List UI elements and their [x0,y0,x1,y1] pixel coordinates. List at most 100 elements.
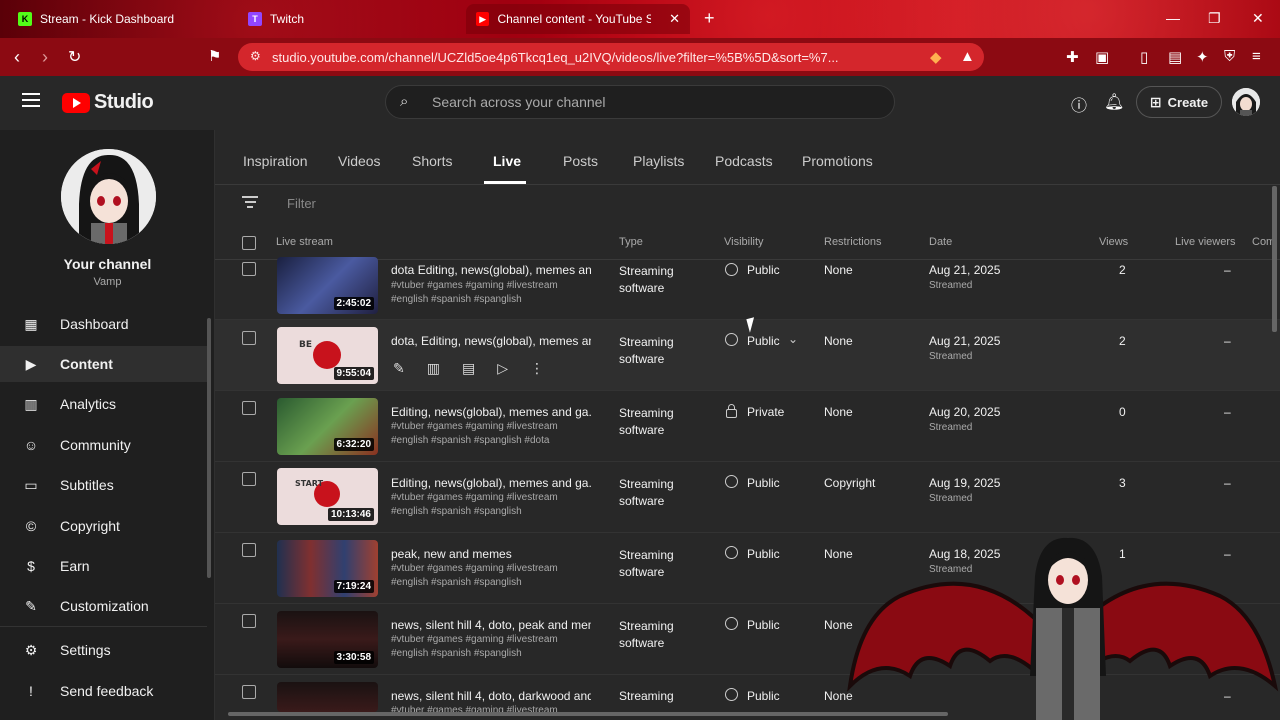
create-button[interactable]: ⊞ Create [1136,86,1222,118]
tab-posts[interactable]: Posts [563,153,598,169]
video-title[interactable]: dota Editing, news(global), memes an... [391,263,591,277]
minimize-icon[interactable]: — [1166,10,1180,26]
video-title[interactable]: Editing, news(global), memes and ga... [391,476,591,490]
filter-input[interactable]: Filter [287,196,316,211]
column-header-views[interactable]: Views [1099,236,1128,248]
browser-tab-kick[interactable]: K Stream - Kick Dashboard [8,4,184,34]
row-checkbox[interactable] [242,401,256,415]
edit-pencil-icon[interactable]: ✎ [393,360,405,377]
brave-shield-icon[interactable]: ◆ [930,48,942,66]
sidebar-item-settings[interactable]: ⚙ Settings [0,632,207,668]
video-thumbnail[interactable]: 2:45:02 [277,257,378,314]
tab-label: Twitch [270,12,305,26]
row-checkbox[interactable] [242,472,256,486]
row-checkbox[interactable] [242,685,256,699]
browser-tab-youtube-studio[interactable]: ▶ Channel content - YouTube Stud ✕ [466,4,690,34]
visibility-cell[interactable]: Public [747,618,780,632]
visibility-dropdown[interactable]: Public [747,334,780,348]
back-icon[interactable]: ‹ [14,47,20,68]
sidebar-scrollbar[interactable] [207,318,211,578]
help-icon[interactable]: ⓘ [1071,92,1087,116]
sidebar-item-customization[interactable]: ✎ Customization [0,588,207,624]
row-checkbox[interactable] [242,543,256,557]
video-thumbnail[interactable]: 6:32:20 [277,398,378,455]
tab-promotions[interactable]: Promotions [802,153,873,169]
hamburger-menu-icon[interactable] [22,93,40,107]
sidebar-item-analytics[interactable]: ▥ Analytics [0,386,207,422]
channel-avatar[interactable] [61,149,156,244]
row-checkbox[interactable] [242,262,256,276]
visibility-cell[interactable]: Public [747,547,780,561]
column-header-date[interactable]: Date [929,236,952,248]
sidebar-item-copyright[interactable]: © Copyright [0,508,207,544]
sidebar-item-label: Analytics [60,396,117,412]
tab-videos[interactable]: Videos [338,153,381,169]
wallet-icon[interactable]: ▤ [1168,48,1182,66]
tab-shorts[interactable]: Shorts [412,153,452,169]
video-title[interactable]: dota, Editing, news(global), memes an... [391,334,591,348]
filter-icon[interactable] [242,196,258,211]
analytics-bar-icon[interactable]: ▥ [427,360,440,377]
restrictions-cell: None [824,689,853,703]
chevron-down-icon[interactable]: ⌄ [788,332,798,346]
visibility-cell[interactable]: Private [747,405,784,419]
close-window-icon[interactable]: ✕ [1252,10,1264,27]
column-header-live-viewers[interactable]: Live viewers [1175,236,1236,248]
studio-logo[interactable]: Studio [62,91,154,114]
tab-podcasts[interactable]: Podcasts [715,153,773,169]
sidebar-item-content[interactable]: ▶ Content [0,346,207,382]
tab-playlists[interactable]: Playlists [633,153,684,169]
row-checkbox[interactable] [242,331,256,345]
rewards-icon[interactable]: ▲ [960,48,975,65]
close-tab-icon[interactable]: ✕ [669,11,680,27]
video-thumbnail[interactable]: 7:19:24 [277,540,378,597]
search-input[interactable]: ⌕ Search across your channel [385,85,895,119]
video-thumbnail[interactable]: BE 9:55:04 [277,327,378,384]
reload-icon[interactable]: ↻ [68,47,81,67]
url-bar[interactable]: ⚙ studio.youtube.com/channel/UCZld5oe4p6… [238,43,984,71]
visibility-cell[interactable]: Public [747,476,780,490]
vpn-icon[interactable]: ⛨ [1224,48,1235,65]
forward-icon[interactable]: › [42,47,48,68]
screenshot-icon[interactable]: ▣ [1095,48,1109,66]
video-thumbnail[interactable]: 3:30:58 [277,611,378,668]
column-header-live-stream[interactable]: Live stream [276,236,333,248]
video-thumbnail[interactable] [277,682,378,712]
live-viewers-cell: – [1224,263,1231,277]
video-title[interactable]: peak, new and memes [391,547,591,561]
browser-tab-twitch[interactable]: T Twitch [238,4,314,34]
video-title[interactable]: news, silent hill 4, doto, darkwood and … [391,689,591,703]
horizontal-scrollbar[interactable] [228,712,948,716]
notifications-bell-icon[interactable]: 🔔︎ [1104,92,1124,112]
restrictions-cell[interactable]: Copyright [824,476,875,490]
date-status: Streamed [929,564,973,575]
video-title[interactable]: Editing, news(global), memes and ga... [391,405,591,419]
sidebar-item-send-feedback[interactable]: ! Send feedback [0,673,207,709]
site-settings-icon[interactable]: ⚙ [250,49,261,63]
more-options-icon[interactable]: ⋮ [530,360,544,377]
comments-icon[interactable]: ▤ [462,360,475,377]
tab-live[interactable]: Live [493,153,521,169]
video-title[interactable]: news, silent hill 4, doto, peak and mem.… [391,618,591,632]
visibility-cell[interactable]: Public [747,689,780,703]
views-cell: 2 [1119,334,1126,348]
visibility-cell[interactable]: Public [747,263,780,277]
vertical-scrollbar[interactable] [1272,186,1277,332]
menu-icon[interactable]: ≡ [1252,48,1261,65]
youtube-play-icon[interactable]: ▷ [497,360,508,377]
extensions-icon[interactable]: ✚ [1066,48,1079,66]
leo-ai-icon[interactable]: ✦ [1196,48,1209,66]
row-checkbox[interactable] [242,614,256,628]
sidebar-item-community[interactable]: ☺ Community [0,427,207,463]
video-thumbnail[interactable]: START 10:13:46 [277,468,378,525]
new-tab-icon[interactable]: + [704,8,715,29]
tab-inspiration[interactable]: Inspiration [243,153,308,169]
account-avatar[interactable] [1232,88,1260,116]
bookmark-icon[interactable]: ⚑ [208,47,221,65]
sidebar-toggle-icon[interactable]: ▯ [1140,48,1148,66]
select-all-checkbox[interactable] [242,236,256,250]
sidebar-item-dashboard[interactable]: ▦ Dashboard [0,306,207,342]
restore-icon[interactable]: ❐ [1208,10,1221,27]
sidebar-item-earn[interactable]: $ Earn [0,548,207,584]
sidebar-item-subtitles[interactable]: ▭ Subtitles [0,467,207,503]
